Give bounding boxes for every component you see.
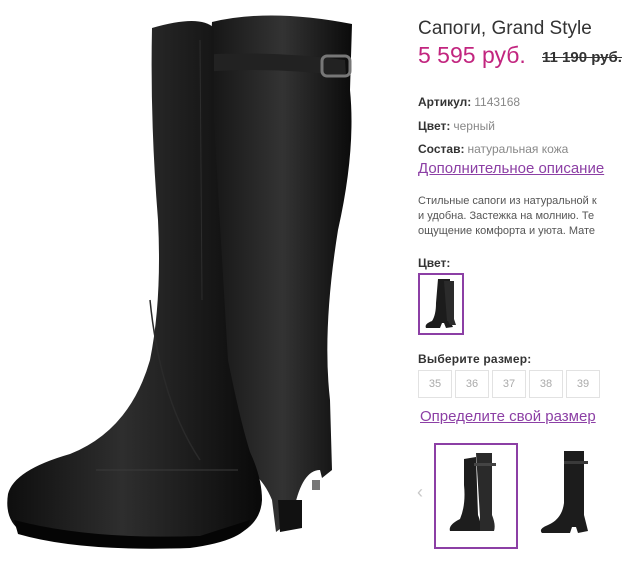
more-description-link[interactable]: Дополнительное описание <box>418 160 604 177</box>
sku-label: Артикул: <box>418 95 472 109</box>
color-swatch-black[interactable] <box>418 273 464 335</box>
product-title: Сапоги, Grand Style <box>418 18 592 39</box>
boot-pair-thumbnail-icon <box>449 453 496 531</box>
size-guide-link[interactable]: Определите свой размер <box>420 408 596 425</box>
product-old-price: 11 190 руб. <box>542 49 622 66</box>
size-options: 35 36 37 38 39 <box>418 370 600 398</box>
size-option-35[interactable]: 35 <box>418 370 452 398</box>
material-value: натуральная кожа <box>467 142 569 156</box>
description-line: ощущение комфорта и уюта. Мате <box>418 225 596 237</box>
color-row: Цвет: черный <box>418 119 495 133</box>
size-option-38[interactable]: 38 <box>529 370 563 398</box>
sku-row: Артикул: 1143168 <box>418 95 520 109</box>
product-price: 5 595 руб. <box>418 42 526 68</box>
sku-value: 1143168 <box>474 95 521 109</box>
size-option-37[interactable]: 37 <box>492 370 526 398</box>
size-picker-label: Выберите размер: <box>418 352 532 366</box>
boot-side-thumbnail-icon <box>540 451 588 533</box>
chevron-left-icon[interactable]: ‹ <box>417 482 423 503</box>
description-line: Стильные сапоги из натуральной к <box>418 195 597 207</box>
gallery-thumbnail-1[interactable] <box>434 443 518 549</box>
material-label: Состав: <box>418 142 465 156</box>
gallery-thumbnail-2[interactable] <box>524 443 608 549</box>
size-option-36[interactable]: 36 <box>455 370 489 398</box>
material-row: Состав: натуральная кожа <box>418 142 568 156</box>
boot-pair-image <box>7 15 352 549</box>
color-attr-value: черный <box>453 119 495 133</box>
size-option-39[interactable]: 39 <box>566 370 600 398</box>
description-line: и удобна. Застежка на молнию. Те <box>418 210 595 222</box>
color-picker-label: Цвет: <box>418 256 451 270</box>
color-attr-label: Цвет: <box>418 119 451 133</box>
product-description: Стильные сапоги из натуральной к и удобн… <box>418 194 640 239</box>
boot-thumbnail-icon <box>425 279 456 328</box>
product-main-image[interactable] <box>0 0 410 574</box>
